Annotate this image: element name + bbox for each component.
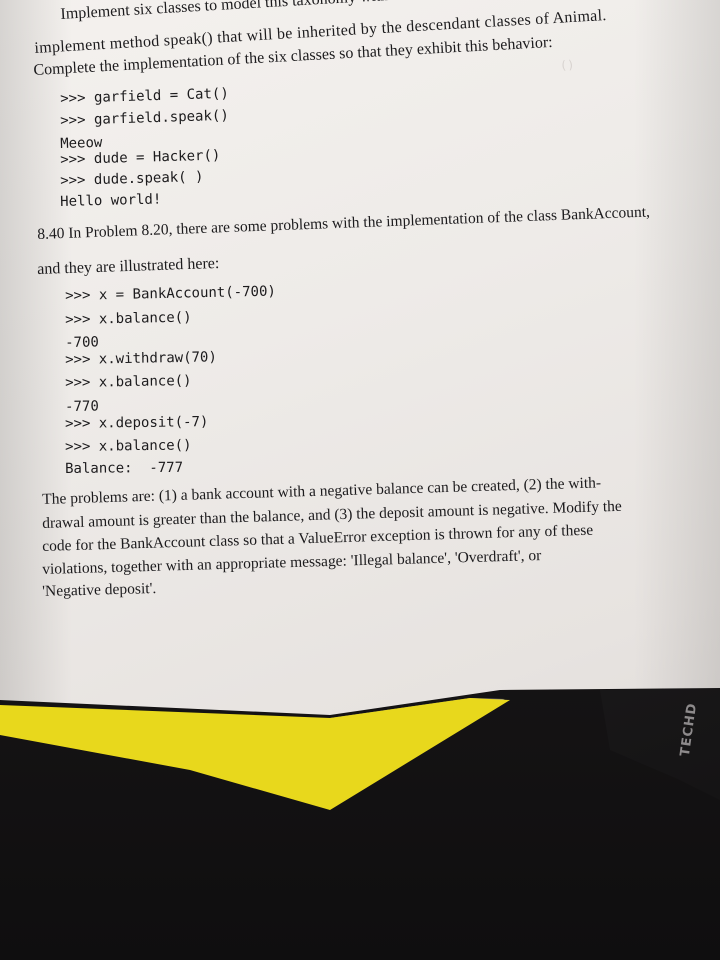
code-line-3: -700 (65, 334, 99, 351)
code-line-8: >>> x.balance() (65, 437, 192, 455)
code-line-5: >>> x.balance() (65, 373, 192, 391)
code-line-6: -770 (65, 398, 99, 415)
description-line-5: 'Negative deposit'. (42, 580, 157, 600)
code-line-2: >>> x.balance() (65, 309, 192, 328)
code-line-4: >>> x.withdraw(70) (65, 349, 217, 368)
code-line-7: >>> x.deposit(-7) (65, 413, 209, 432)
prev-code-line-3: Meeow (60, 134, 103, 152)
bleed-through-text: () (559, 57, 575, 73)
problem-number: 8.40 (37, 225, 65, 243)
code-line-9: Balance: -777 (65, 459, 184, 477)
prev-code-line-6: Hello world! (60, 191, 162, 210)
photo-scene: TECHD () Implement six classes to model … (0, 0, 720, 960)
